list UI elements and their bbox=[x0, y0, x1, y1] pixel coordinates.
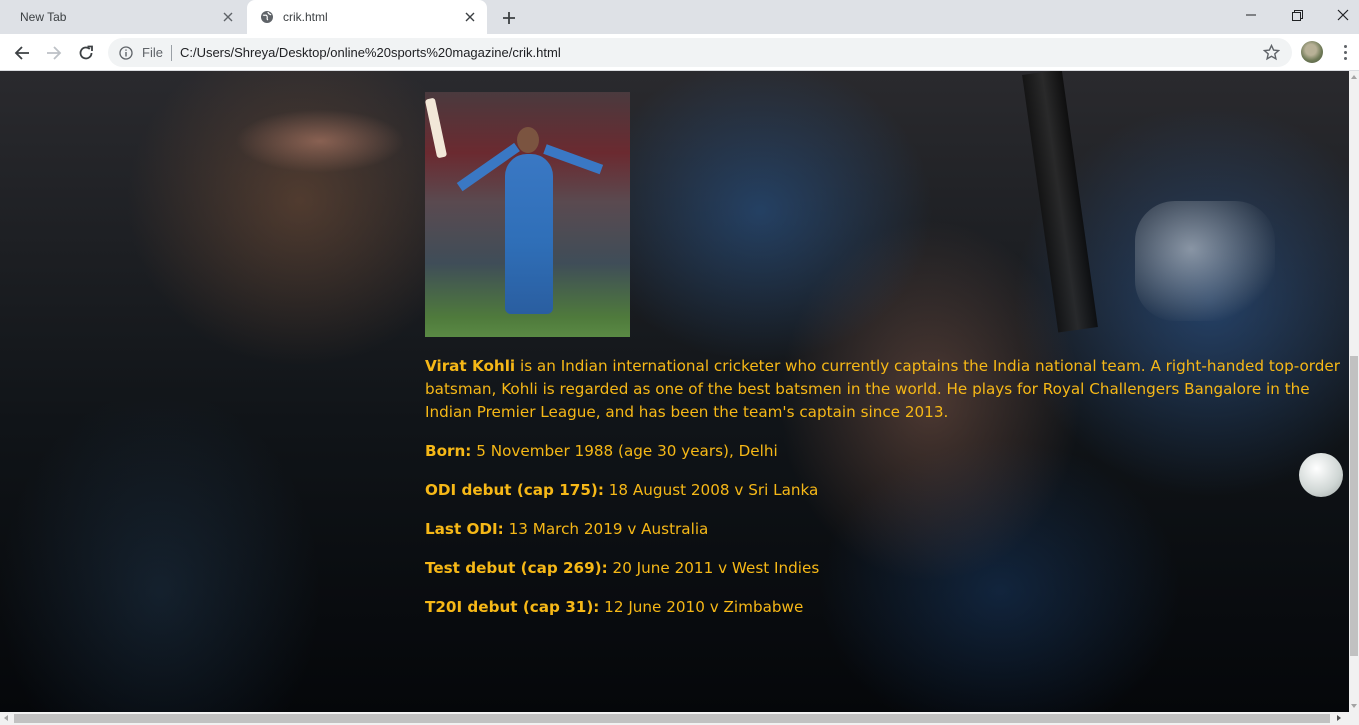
fact-born: Born: 5 November 1988 (age 30 years), De… bbox=[425, 440, 1345, 463]
avatar[interactable] bbox=[1301, 41, 1323, 63]
fact-label: Born: bbox=[425, 442, 472, 460]
scroll-up-icon[interactable] bbox=[1351, 75, 1357, 79]
fact-value: 13 March 2019 v Australia bbox=[503, 520, 709, 538]
fact-last-odi: Last ODI: 13 March 2019 v Australia bbox=[425, 518, 1345, 541]
back-icon[interactable] bbox=[8, 39, 36, 67]
toolbar: File C:/Users/Shreya/Desktop/online%20sp… bbox=[0, 34, 1359, 71]
minimize-icon[interactable] bbox=[1228, 0, 1274, 30]
fact-label: ODI debut (cap 175): bbox=[425, 481, 604, 499]
info-icon[interactable] bbox=[118, 45, 134, 61]
scrollbar-thumb[interactable] bbox=[1350, 356, 1358, 656]
intro-text: is an Indian international cricketer who… bbox=[425, 357, 1341, 421]
fact-label: T20I debut (cap 31): bbox=[425, 598, 600, 616]
new-tab-button[interactable] bbox=[498, 7, 520, 29]
background-bat bbox=[1022, 71, 1098, 333]
fact-value: 12 June 2010 v Zimbabwe bbox=[599, 598, 804, 616]
forward-icon[interactable] bbox=[40, 39, 68, 67]
player-name: Virat Kohli bbox=[425, 357, 516, 375]
divider bbox=[170, 44, 172, 61]
close-tab-icon[interactable] bbox=[221, 10, 235, 24]
fact-value: 5 November 1988 (age 30 years), Delhi bbox=[471, 442, 778, 460]
close-tab-icon[interactable] bbox=[463, 10, 477, 24]
tab-new-tab[interactable]: New Tab bbox=[0, 0, 245, 34]
star-icon[interactable] bbox=[1262, 43, 1281, 61]
tab-title: crik.html bbox=[283, 10, 328, 24]
scroll-down-icon[interactable] bbox=[1351, 704, 1357, 708]
tab-strip: New Tab crik.html bbox=[0, 0, 1359, 34]
scroll-left-icon[interactable] bbox=[4, 715, 8, 721]
background-glove bbox=[1135, 201, 1275, 321]
scroll-right-icon[interactable] bbox=[1337, 715, 1341, 721]
scrollbar-thumb[interactable] bbox=[14, 714, 1330, 723]
player-photo bbox=[425, 92, 630, 337]
fact-t20i-debut: T20I debut (cap 31): 12 June 2010 v Zimb… bbox=[425, 596, 1345, 619]
fact-test-debut: Test debut (cap 269): 20 June 2011 v Wes… bbox=[425, 557, 1345, 580]
address-bar[interactable]: File C:/Users/Shreya/Desktop/online%20sp… bbox=[108, 38, 1292, 67]
url-text[interactable]: C:/Users/Shreya/Desktop/online%20sports%… bbox=[180, 45, 561, 60]
fact-value: 18 August 2008 v Sri Lanka bbox=[603, 481, 819, 499]
vertical-scrollbar[interactable] bbox=[1349, 71, 1359, 712]
menu-icon[interactable] bbox=[1335, 40, 1355, 64]
scheme-label: File bbox=[142, 45, 163, 60]
player-bio: Virat Kohli is an Indian international c… bbox=[425, 355, 1345, 635]
close-icon[interactable] bbox=[1320, 0, 1359, 30]
fact-value: 20 June 2011 v West Indies bbox=[607, 559, 820, 577]
maximize-icon[interactable] bbox=[1274, 0, 1320, 30]
page-content: Virat Kohli is an Indian international c… bbox=[0, 71, 1349, 712]
fact-odi-debut: ODI debut (cap 175): 18 August 2008 v Sr… bbox=[425, 479, 1345, 502]
tab-crik[interactable]: crik.html bbox=[247, 0, 487, 34]
bio-intro: Virat Kohli is an Indian international c… bbox=[425, 355, 1345, 424]
tab-title: New Tab bbox=[20, 10, 67, 24]
horizontal-scrollbar[interactable] bbox=[0, 712, 1359, 725]
reload-icon[interactable] bbox=[72, 39, 100, 67]
globe-icon bbox=[259, 9, 275, 25]
fact-label: Last ODI: bbox=[425, 520, 504, 538]
fact-label: Test debut (cap 269): bbox=[425, 559, 608, 577]
